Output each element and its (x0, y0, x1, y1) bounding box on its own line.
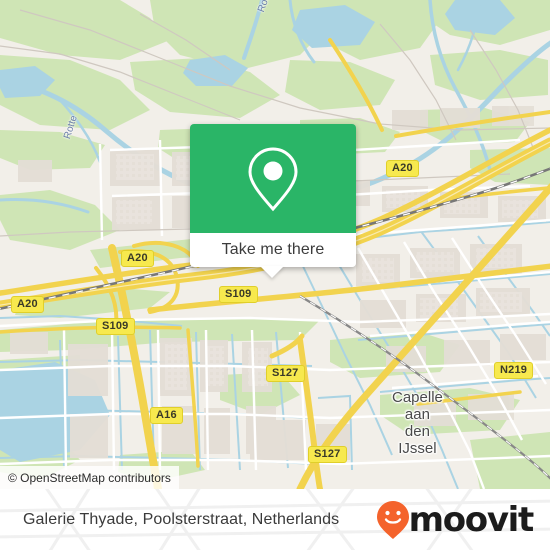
moovit-pin-smiley-icon (376, 500, 409, 539)
moovit-wordmark: moovit (408, 499, 535, 540)
osm-attribution[interactable]: © OpenStreetMap contributors (0, 466, 179, 489)
road-shield-n219: N219 (494, 362, 534, 379)
take-me-there-label: Take me there (221, 241, 325, 258)
road-shield-a16: A16 (150, 407, 183, 424)
callout-pointer-tail (260, 266, 284, 278)
map-share-card: A20 A20 A20 S109 S109 S127 S127 A16 N219… (0, 0, 550, 550)
osm-attribution-text: © OpenStreetMap contributors (8, 470, 171, 485)
road-shield-a20-east: A20 (386, 160, 419, 177)
road-shield-s127-lower: S127 (308, 446, 347, 463)
road-shield-s127-upper: S127 (266, 365, 305, 382)
take-me-there-button[interactable]: Take me there (190, 233, 356, 278)
place-label-capelle-aan-den-ijssel: Capelle aan den IJssel (392, 389, 443, 457)
road-shield-s109-west: S109 (96, 318, 135, 335)
map-pin-icon (248, 146, 298, 211)
road-shield-a20-mid: A20 (121, 250, 154, 267)
road-shield-s109-east: S109 (219, 286, 258, 303)
callout-image-area (190, 124, 356, 233)
location-address-text: Galerie Thyade, Poolsterstraat, Netherla… (23, 510, 340, 528)
moovit-logo[interactable]: moovit (375, 499, 535, 540)
road-shield-a20-west: A20 (11, 296, 44, 313)
footer-bar: Galerie Thyade, Poolsterstraat, Netherla… (0, 489, 550, 550)
location-callout-card[interactable]: Take me there (190, 124, 356, 278)
map-canvas[interactable]: A20 A20 A20 S109 S109 S127 S127 A16 N219… (0, 0, 550, 489)
